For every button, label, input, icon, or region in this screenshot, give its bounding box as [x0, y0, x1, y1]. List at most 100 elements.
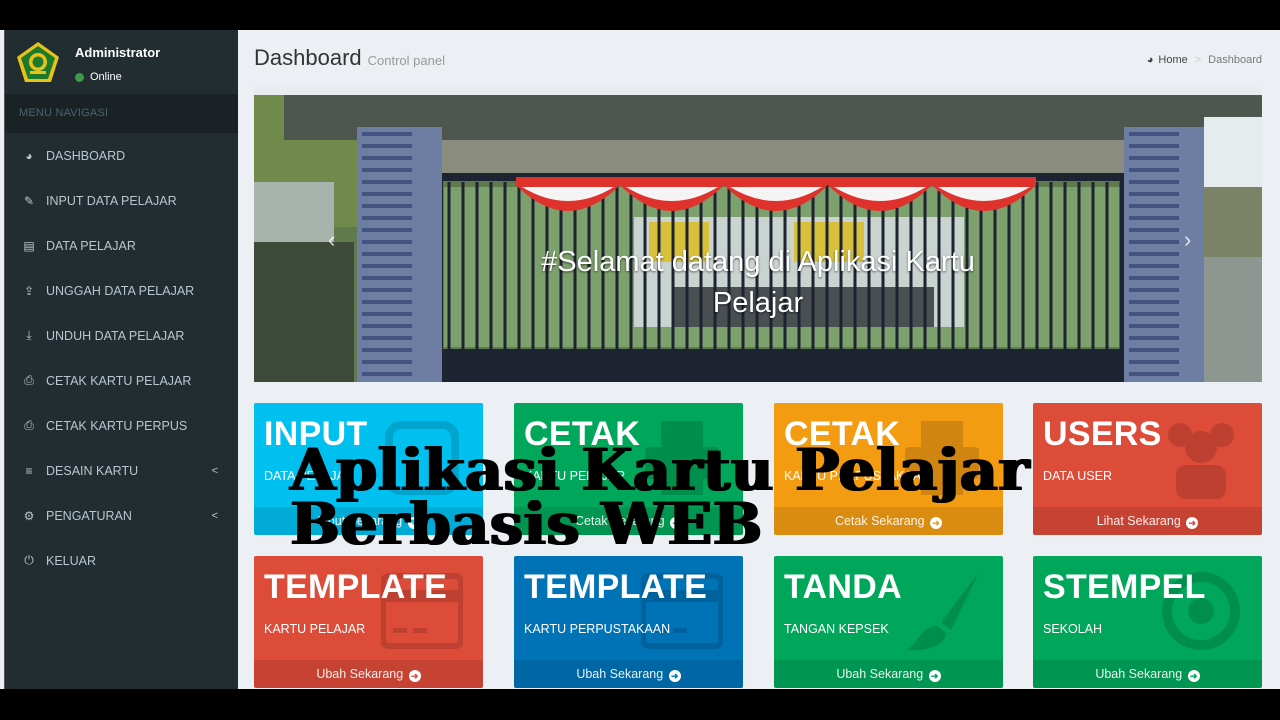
edit-icon [385, 421, 459, 495]
sidebar-item-cetak-kartu-perpus[interactable]: ⎙ CETAK KARTU PERPUS [5, 403, 238, 448]
sidebar-item-label: DATA PELAJAR [46, 238, 136, 253]
breadcrumb-current: Dashboard [1208, 54, 1262, 66]
arrow-circle-right-icon: ➜ [1187, 670, 1200, 682]
sidebar-item-unduh-data-pelajar[interactable]: ⤓ UNDUH DATA PELAJAR [5, 313, 238, 358]
print-icon: ⎙ [24, 418, 34, 432]
sidebar-item-cetak-kartu-pelajar[interactable]: ⎙ CETAK KARTU PELAJAR [5, 358, 238, 403]
tile-footer-link[interactable]: Ubah Sekarang ➜ [254, 660, 483, 688]
tile-footer-link[interactable]: Cetak Sekarang ➜ [514, 507, 743, 535]
tile-subtitle: TANGAN KEPSEK [784, 622, 889, 636]
school-gate-photo [254, 87, 1262, 382]
user-name: Administrator [75, 45, 161, 60]
tile-footer-label: Ubah Sekarang [316, 667, 404, 681]
tile-footer-link[interactable]: Ubah Sekarang ➜ [1033, 660, 1262, 688]
tile-footer-link[interactable]: Input Sekarang ✎ [254, 507, 483, 535]
sidebar-item-label: INPUT DATA PELAJAR [46, 193, 177, 208]
tile-title: TEMPLATE [264, 568, 448, 606]
tile-footer-link[interactable]: Ubah Sekarang ➜ [774, 660, 1003, 688]
sidebar-item-label: KELUAR [46, 553, 97, 568]
image-carousel[interactable]: ‹ › #Selamat datang di Aplikasi Kartu Pe… [254, 87, 1262, 382]
sidebar-item-label: CETAK KARTU PERPUS [46, 418, 188, 433]
carousel-caption-line2: Pelajar [712, 287, 804, 319]
power-icon: ⏻ [24, 553, 34, 567]
sidebar-item-label: DASHBOARD [46, 148, 126, 163]
main-content: Dashboard Control panel ◕ Home > Dashboar… [238, 30, 1280, 689]
arrow-circle-right-icon: ➜ [408, 670, 421, 682]
online-status-dot-icon [75, 72, 84, 82]
sidebar-item-label: DESAIN KARTU [46, 463, 139, 478]
school-logo-icon [17, 42, 59, 82]
tile-template-kartu-pelajar: TEMPLATE KARTU PELAJAR Ubah Sekarang ➜ [254, 556, 483, 688]
sidebar-menu: ◕ DASHBOARD ✎ INPUT DATA PELAJAR ▤ DATA PELAJ… [5, 133, 238, 583]
paint-brush-icon [907, 572, 979, 651]
arrow-circle-right-icon: ➜ [1186, 517, 1199, 529]
sidebar-item-dashboard[interactable]: ◕ DASHBOARD [5, 133, 238, 178]
tile-input-data-pelajar: INPUT DATA PELAJAR Input Sekarang ✎ [254, 403, 483, 535]
sidebar-item-pengaturan[interactable]: ⚙ PENGATURAN < [5, 493, 238, 538]
sidebar-item-desain-kartu[interactable]: ≡ DESAIN KARTU < [5, 448, 238, 493]
carousel-caption: #Selamat datang di Aplikasi Kartu Pelaja… [484, 242, 1032, 324]
breadcrumb-separator: > [1194, 54, 1202, 66]
tile-footer-label: Ubah Sekarang [836, 667, 924, 681]
sidebar-item-label: UNGGAH DATA PELAJAR [46, 283, 195, 298]
tile-footer-link[interactable]: Ubah Sekarang ➜ [514, 660, 743, 688]
tile-cetak-kartu-pelajar: CETAK KARTU PELAJAR Cetak Sekarang ➜ [514, 403, 743, 535]
sidebar-item-unggah-data-pelajar[interactable]: ⇪ UNGGAH DATA PELAJAR [5, 268, 238, 313]
sidebar-item-input-data-pelajar[interactable]: ✎ INPUT DATA PELAJAR [5, 178, 238, 223]
edit-icon: ✎ [23, 193, 35, 208]
tile-title: STEMPEL [1043, 568, 1206, 606]
sidebar-item-label: UNDUH DATA PELAJAR [46, 328, 185, 343]
chevron-left-icon: < [211, 464, 218, 477]
arrow-circle-right-icon: ➜ [928, 670, 941, 682]
breadcrumb-home-link[interactable]: Home [1158, 54, 1187, 66]
tile-footer-link[interactable]: Lihat Sekarang ➜ [1033, 507, 1262, 535]
edit-icon: ✎ [407, 517, 420, 529]
tile-subtitle: DATA USER [1043, 469, 1112, 483]
users-icon [1168, 423, 1234, 499]
tile-subtitle: SEKOLAH [1043, 622, 1103, 636]
book-icon: ▤ [23, 238, 35, 253]
carousel-prev-icon[interactable]: ‹ [328, 227, 335, 253]
sidebar: Administrator Online MENU NAVIGASI ◕ DASH… [4, 30, 238, 689]
bars-icon: ≡ [25, 463, 33, 478]
tile-tanda-tangan-kepsek: TANDA TANGAN KEPSEK Ubah Sekarang ➜ [774, 556, 1003, 688]
tile-subtitle: DATA PELAJAR [264, 469, 354, 483]
arrow-circle-right-icon: ➜ [668, 670, 681, 682]
sidebar-item-label: CETAK KARTU PELAJAR [46, 373, 192, 388]
tile-subtitle: KARTU PELAJAR [524, 469, 626, 483]
tile-title: USERS [1043, 415, 1162, 453]
carousel-next-icon[interactable]: › [1184, 227, 1191, 253]
tile-footer-link[interactable]: Cetak Sekarang ➜ [774, 507, 1003, 535]
tile-title: TANDA [784, 568, 902, 606]
page-title: Dashboard [254, 45, 362, 70]
tile-footer-label: Cetak Sekarang [834, 514, 925, 528]
tile-stempel-sekolah: STEMPEL SEKOLAH Ubah Sekarang ➜ [1033, 556, 1262, 688]
arrow-circle-right-icon: ➜ [670, 517, 683, 529]
print-icon: ⎙ [24, 373, 34, 387]
carousel-caption-line1: #Selamat datang di Aplikasi Kartu [541, 246, 975, 278]
tile-footer-label: Ubah Sekarang [576, 667, 664, 681]
tile-users-data-user: USERS DATA USER Lihat Sekarang ➜ [1033, 403, 1262, 535]
gears-icon: ⚙ [23, 508, 35, 523]
app-window: Administrator Online MENU NAVIGASI ◕ DASH… [0, 30, 1280, 689]
page-header: Dashboard Control panel [254, 45, 445, 71]
dashboard-icon: ◕ [25, 148, 33, 163]
download-icon: ⤓ [26, 328, 32, 342]
user-status-label: Online [90, 71, 122, 83]
user-panel: Administrator Online [5, 30, 238, 94]
tile-template-kartu-perpustakaan: TEMPLATE KARTU PERPUSTAKAAN Ubah Sekarang … [514, 556, 743, 688]
upload-icon: ⇪ [23, 283, 35, 298]
menu-header: MENU NAVIGASI [5, 94, 238, 133]
tile-title: CETAK [784, 415, 901, 453]
chevron-left-icon: < [211, 509, 218, 522]
print-icon [645, 421, 719, 495]
tile-cetak-kartu-perpustakaan: CETAK KARTU PERPUSTAKAAN Cetak Sekarang ➜ [774, 403, 1003, 535]
tile-footer-label: Ubah Sekarang [1095, 667, 1183, 681]
sidebar-item-data-pelajar[interactable]: ▤ DATA PELAJAR [5, 223, 238, 268]
tile-title: TEMPLATE [524, 568, 708, 606]
sidebar-item-keluar[interactable]: ⏻ KELUAR [5, 538, 238, 583]
tile-footer-label: Input Sekarang [317, 514, 403, 528]
print-icon [905, 421, 979, 495]
tile-title: INPUT [264, 415, 368, 453]
arrow-circle-right-icon: ➜ [930, 517, 943, 529]
